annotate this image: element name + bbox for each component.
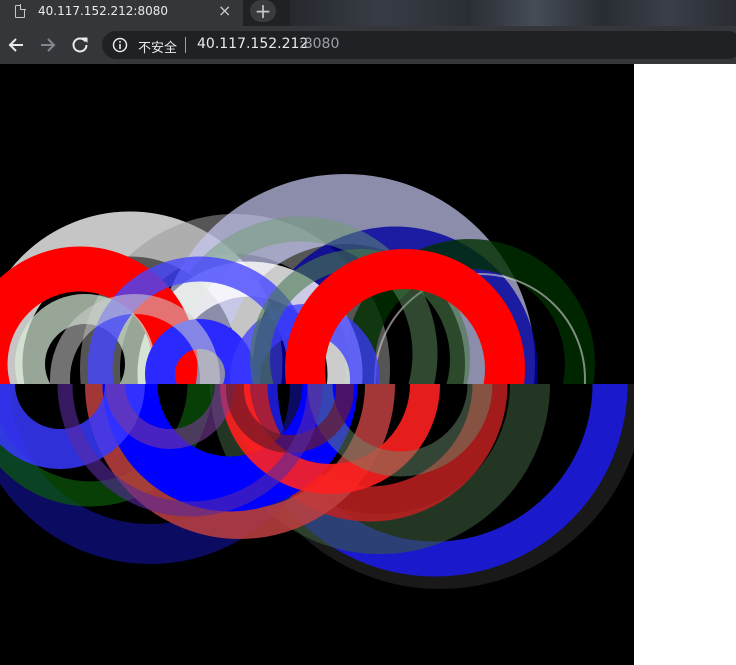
address-bar[interactable]: 不安全 40.117.152.212 :8080 (102, 31, 736, 59)
page-blank-area (634, 64, 736, 665)
close-icon[interactable]: × (218, 2, 231, 20)
reload-icon (72, 37, 88, 53)
reload-button[interactable] (70, 35, 90, 55)
url-host[interactable]: 40.117.152.212 (197, 36, 308, 52)
ring-artwork (0, 174, 634, 589)
arrow-left-icon (8, 38, 23, 52)
info-icon[interactable] (112, 37, 128, 53)
page-canvas[interactable] (0, 64, 634, 665)
forward-button[interactable] (38, 35, 58, 55)
security-label[interactable]: 不安全 (138, 37, 177, 56)
browser-toolbar: 不安全 40.117.152.212 :8080 (0, 26, 736, 64)
background-tabs (290, 0, 736, 26)
omnibox-divider (185, 37, 186, 53)
new-tab-button[interactable]: + (250, 0, 276, 22)
arrow-right-icon (41, 38, 56, 52)
file-icon (15, 4, 26, 18)
back-button[interactable] (6, 35, 26, 55)
tab-active[interactable]: 40.117.152.212:8080 × (0, 0, 243, 26)
tab-strip: 40.117.152.212:8080 × + (0, 0, 736, 26)
url-port[interactable]: :8080 (299, 36, 339, 52)
tab-title: 40.117.152.212:8080 (38, 4, 169, 18)
